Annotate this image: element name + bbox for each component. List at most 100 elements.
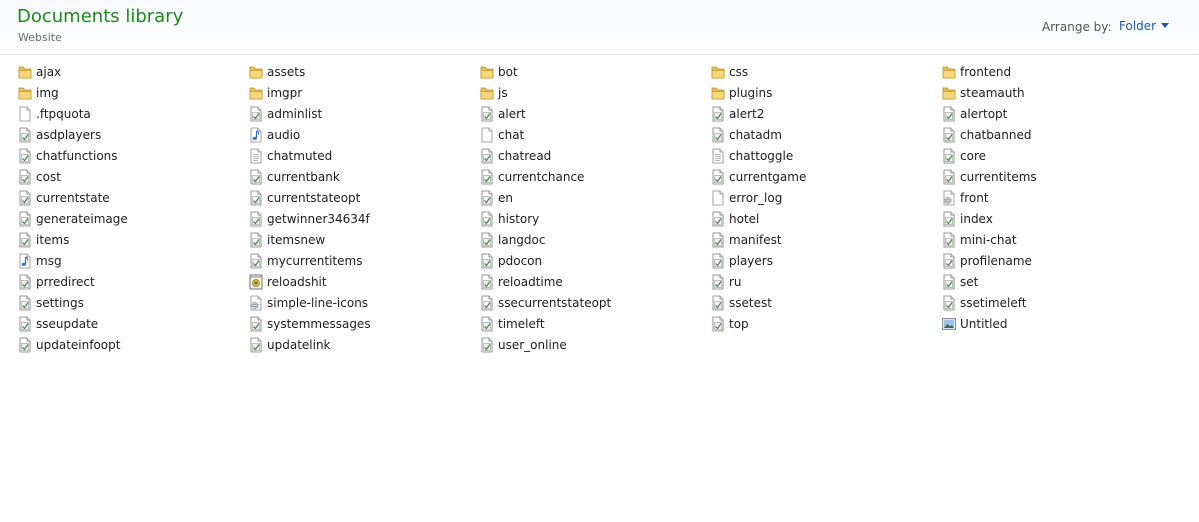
- script-file-icon: [942, 232, 956, 248]
- file-item[interactable]: chatmuted: [249, 145, 480, 166]
- file-name: adminlist: [267, 106, 323, 121]
- file-item[interactable]: generateimage: [18, 208, 249, 229]
- file-item[interactable]: chatread: [480, 145, 711, 166]
- file-item[interactable]: updateinfoopt: [18, 334, 249, 355]
- file-item[interactable]: hotel: [711, 208, 942, 229]
- file-item[interactable]: history: [480, 208, 711, 229]
- file-item[interactable]: reloadshit: [249, 271, 480, 292]
- script-file-icon: [18, 337, 32, 353]
- file-item[interactable]: mini-chat: [942, 229, 1173, 250]
- file-item[interactable]: manifest: [711, 229, 942, 250]
- script-file-icon: [942, 106, 956, 122]
- file-name: settings: [36, 295, 84, 310]
- file-item[interactable]: currentitems: [942, 166, 1173, 187]
- script-file-icon: [18, 316, 32, 332]
- file-name: langdoc: [498, 232, 546, 247]
- file-item[interactable]: timeleft: [480, 313, 711, 334]
- file-item[interactable]: systemmessages: [249, 313, 480, 334]
- file-item[interactable]: alertopt: [942, 103, 1173, 124]
- file-item[interactable]: ssetimeleft: [942, 292, 1173, 313]
- file-item[interactable]: front: [942, 187, 1173, 208]
- file-item[interactable]: adminlist: [249, 103, 480, 124]
- file-item[interactable]: error_log: [711, 187, 942, 208]
- file-name: .ftpquota: [36, 106, 91, 121]
- file-name: prredirect: [36, 274, 95, 289]
- file-item[interactable]: simple-line-icons: [249, 292, 480, 313]
- file-name: currentstateopt: [267, 190, 361, 205]
- file-name: audio: [267, 127, 301, 142]
- file-item[interactable]: chat: [480, 124, 711, 145]
- file-item[interactable]: currentbank: [249, 166, 480, 187]
- library-location: Website: [18, 31, 62, 44]
- file-item[interactable]: index: [942, 208, 1173, 229]
- file-item[interactable]: updatelink: [249, 334, 480, 355]
- file-item[interactable]: en: [480, 187, 711, 208]
- folder-icon: [480, 64, 494, 80]
- file-item[interactable]: img: [18, 82, 249, 103]
- file-item[interactable]: imgpr: [249, 82, 480, 103]
- script-file-icon: [711, 211, 725, 227]
- file-item[interactable]: ssecurrentstateopt: [480, 292, 711, 313]
- file-item[interactable]: profilename: [942, 250, 1173, 271]
- file-item[interactable]: core: [942, 145, 1173, 166]
- audio-file-icon: [249, 127, 263, 143]
- file-name: alertopt: [960, 106, 1008, 121]
- file-item[interactable]: currentstate: [18, 187, 249, 208]
- file-item[interactable]: settings: [18, 292, 249, 313]
- file-name: chatfunctions: [36, 148, 118, 163]
- file-item[interactable]: currentstateopt: [249, 187, 480, 208]
- file-item[interactable]: bot: [480, 61, 711, 82]
- arrange-by-dropdown[interactable]: Folder: [1116, 18, 1172, 34]
- file-name: ssetest: [729, 295, 772, 310]
- file-item[interactable]: mycurrentitems: [249, 250, 480, 271]
- file-item[interactable]: currentgame: [711, 166, 942, 187]
- file-item[interactable]: frontend: [942, 61, 1173, 82]
- file-item[interactable]: pdocon: [480, 250, 711, 271]
- file-item[interactable]: msg: [18, 250, 249, 271]
- file-name: currentitems: [960, 169, 1037, 184]
- file-item[interactable]: js: [480, 82, 711, 103]
- batch-file-icon: [249, 274, 263, 290]
- file-item[interactable]: chatbanned: [942, 124, 1173, 145]
- file-item[interactable]: prredirect: [18, 271, 249, 292]
- file-item[interactable]: audio: [249, 124, 480, 145]
- file-name: mycurrentitems: [267, 253, 363, 268]
- file-item[interactable]: ajax: [18, 61, 249, 82]
- file-item[interactable]: reloadtime: [480, 271, 711, 292]
- file-item[interactable]: alert2: [711, 103, 942, 124]
- file-item[interactable]: getwinner34634f: [249, 208, 480, 229]
- file-item[interactable]: user_online: [480, 334, 711, 355]
- file-item[interactable]: steamauth: [942, 82, 1173, 103]
- file-item[interactable]: langdoc: [480, 229, 711, 250]
- file-item[interactable]: cost: [18, 166, 249, 187]
- file-item[interactable]: chattoggle: [711, 145, 942, 166]
- script-file-icon: [942, 127, 956, 143]
- file-item[interactable]: Untitled: [942, 313, 1173, 334]
- file-item[interactable]: sseupdate: [18, 313, 249, 334]
- file-item[interactable]: plugins: [711, 82, 942, 103]
- file-item[interactable]: chatfunctions: [18, 145, 249, 166]
- file-name: currentchance: [498, 169, 585, 184]
- file-item[interactable]: chatadm: [711, 124, 942, 145]
- file-item[interactable]: css: [711, 61, 942, 82]
- script-file-icon: [249, 211, 263, 227]
- script-file-icon: [942, 148, 956, 164]
- file-name: asdplayers: [36, 127, 102, 142]
- file-item[interactable]: items: [18, 229, 249, 250]
- file-item[interactable]: players: [711, 250, 942, 271]
- file-item[interactable]: top: [711, 313, 942, 334]
- file-list: ajax assets bot css frontend img imgpr js plugin…: [18, 61, 1188, 355]
- script-file-icon: [942, 211, 956, 227]
- file-name: reloadshit: [267, 274, 327, 289]
- file-item[interactable]: ssetest: [711, 292, 942, 313]
- file-name: currentstate: [36, 190, 110, 205]
- script-file-icon: [249, 169, 263, 185]
- file-item[interactable]: currentchance: [480, 166, 711, 187]
- file-item[interactable]: set: [942, 271, 1173, 292]
- file-item[interactable]: itemsnew: [249, 229, 480, 250]
- file-item[interactable]: alert: [480, 103, 711, 124]
- file-item[interactable]: asdplayers: [18, 124, 249, 145]
- file-item[interactable]: .ftpquota: [18, 103, 249, 124]
- file-item[interactable]: ru: [711, 271, 942, 292]
- file-item[interactable]: assets: [249, 61, 480, 82]
